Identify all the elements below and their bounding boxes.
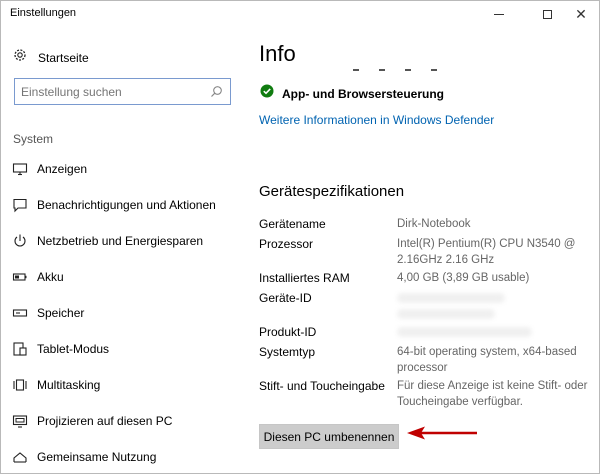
- spec-label-product-id: Produkt-ID: [259, 325, 317, 339]
- close-button[interactable]: ✕: [561, 1, 599, 27]
- redacted-device-id: [397, 293, 505, 303]
- sidebar-item-label: Speicher: [37, 306, 85, 320]
- power-icon: [12, 233, 28, 249]
- sidebar-item-label: Tablet-Modus: [37, 342, 110, 356]
- minimize-button[interactable]: [479, 1, 519, 27]
- red-arrow-annotation: [407, 426, 477, 440]
- notification-icon: [12, 197, 28, 213]
- settings-window: Einstellungen ✕ Startseite Einstellung s…: [0, 0, 600, 474]
- gear-icon: [12, 47, 28, 68]
- home-label: Startseite: [38, 50, 89, 65]
- sidebar-item-tablet-modus[interactable]: Tablet-Modus: [12, 338, 109, 360]
- sidebar-item-gemeinsame-nutzung[interactable]: Gemeinsame Nutzung: [12, 446, 156, 468]
- check-circle-icon: [260, 84, 274, 103]
- battery-icon: [12, 269, 28, 285]
- scroll-fade-dots: [327, 67, 467, 73]
- sidebar-item-akku[interactable]: Akku: [12, 266, 64, 288]
- spec-label-processor: Prozessor: [259, 237, 314, 251]
- sidebar-item-label: Netzbetrieb und Energiesparen: [37, 234, 204, 248]
- sidebar-item-label: Gemeinsame Nutzung: [37, 450, 157, 464]
- sidebar-item-benachrichtigungen[interactable]: Benachrichtigungen und Aktionen: [12, 194, 216, 216]
- specs-heading: Gerätespezifikationen: [259, 183, 405, 200]
- sidebar-item-label: Multitasking: [37, 378, 101, 392]
- spec-label-device-name: Gerätename: [259, 217, 326, 231]
- spec-label-ram: Installiertes RAM: [259, 271, 350, 285]
- sidebar-item-label: Benachrichtigungen und Aktionen: [37, 198, 216, 212]
- window-title: Einstellungen: [10, 7, 77, 19]
- spec-value-device-name: Dirk-Notebook: [397, 218, 471, 230]
- sidebar-item-label: Projizieren auf diesen PC: [37, 414, 173, 428]
- project-icon: [12, 413, 28, 429]
- redacted-product-id: [397, 327, 532, 337]
- page-title: Info: [259, 41, 296, 66]
- spec-value-pen-touch: Für diese Anzeige ist keine Stift- oder …: [397, 380, 588, 408]
- sidebar-item-anzeigen[interactable]: Anzeigen: [12, 158, 87, 180]
- spec-label-device-id: Geräte-ID: [259, 291, 312, 305]
- spec-label-pen-touch: Stift- und Toucheingabe: [259, 379, 385, 393]
- search-input[interactable]: [21, 85, 201, 99]
- status-row: App- und Browsersteuerung: [260, 84, 444, 103]
- multitasking-icon: [12, 377, 28, 393]
- maximize-icon: [542, 9, 552, 19]
- search-icon[interactable]: [210, 85, 223, 103]
- spec-label-system-type: Systemtyp: [259, 345, 316, 359]
- sidebar-item-label: Akku: [37, 270, 64, 284]
- status-label: App- und Browsersteuerung: [282, 86, 445, 101]
- sidebar-item-label: Anzeigen: [37, 162, 88, 176]
- spec-value-system-type: 64-bit operating system, x64-based proce…: [397, 346, 577, 374]
- section-label-system: System: [13, 132, 54, 146]
- title-bar: Einstellungen ✕: [1, 1, 599, 27]
- sidebar-item-speicher[interactable]: Speicher: [12, 302, 84, 324]
- main-content: Info App- und Browsersteuerung Weitere I…: [247, 27, 599, 473]
- search-box[interactable]: [14, 78, 231, 105]
- sidebar-item-projizieren[interactable]: Projizieren auf diesen PC: [12, 410, 172, 432]
- minimize-icon: [494, 13, 504, 15]
- spec-value-processor: Intel(R) Pentium(R) CPU N3540 @ 2.16GHz …: [397, 238, 576, 266]
- storage-icon: [12, 305, 28, 321]
- sidebar-item-netzbetrieb[interactable]: Netzbetrieb und Energiesparen: [12, 230, 203, 252]
- spec-value-ram: 4,00 GB (3,89 GB usable): [397, 272, 530, 284]
- sidebar-item-multitasking[interactable]: Multitasking: [12, 374, 100, 396]
- display-icon: [12, 161, 28, 177]
- tablet-icon: [12, 341, 28, 357]
- defender-info-link[interactable]: Weitere Informationen in Windows Defende…: [259, 113, 494, 127]
- sidebar: Startseite System Anzeigen Benachrichtig…: [1, 27, 247, 473]
- sidebar-home[interactable]: Startseite: [12, 47, 89, 68]
- redacted-device-id-line2: [397, 309, 495, 319]
- rename-pc-button[interactable]: Diesen PC umbenennen: [259, 424, 399, 449]
- close-icon: ✕: [575, 6, 587, 22]
- share-icon: [12, 449, 28, 465]
